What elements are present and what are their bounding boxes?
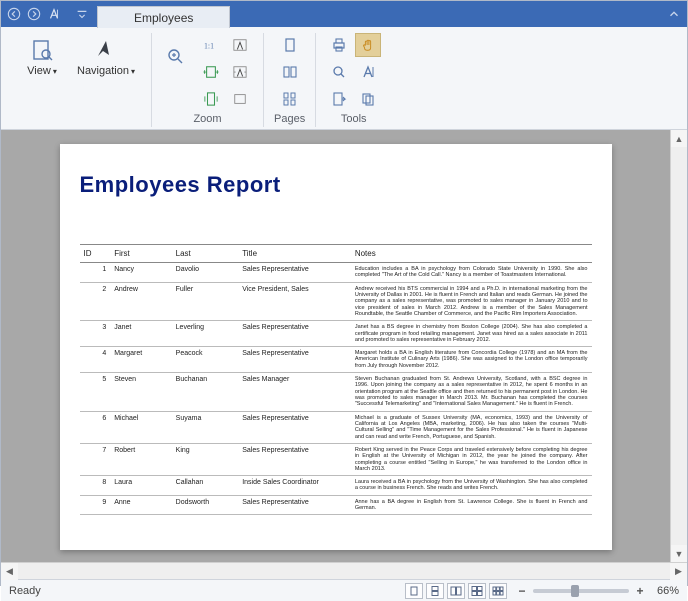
report-page: Employees Report ID First Last Title Not… [60, 144, 612, 550]
svg-text:1:1: 1:1 [204, 42, 214, 51]
zoom-value: 66% [657, 585, 679, 597]
layout-two-continuous-button[interactable] [468, 583, 486, 599]
table-row: 9AnneDodsworthSales RepresentativeAnne h… [80, 495, 592, 515]
pages-two-button[interactable] [277, 60, 303, 84]
col-notes: Notes [351, 245, 592, 263]
navigation-icon [93, 37, 119, 63]
table-row: 4MargaretPeacockSales RepresentativeMarg… [80, 347, 592, 373]
copy-button[interactable] [355, 87, 381, 111]
pages-multi-button[interactable] [277, 87, 303, 111]
col-id: ID [80, 245, 111, 263]
qat-forward-button[interactable] [25, 5, 43, 23]
navigation-label: Navigation [77, 65, 129, 77]
ribbon: View ▾ Navigation ▾ 1:1 Zoom [1, 27, 687, 130]
document-viewer: Employees Report ID First Last Title Not… [1, 130, 687, 562]
pages-single-button[interactable] [277, 33, 303, 57]
employees-table: ID First Last Title Notes 1NancyDavolioS… [80, 244, 592, 515]
zoom-thumb[interactable] [571, 585, 579, 597]
status-text: Ready [9, 585, 41, 597]
pages-group-label: Pages [274, 113, 305, 127]
view-icon [29, 37, 55, 63]
view-button[interactable]: View ▾ [19, 33, 65, 81]
table-row: 5StevenBuchananSales ManagerSteven Bucha… [80, 373, 592, 412]
hand-tool-button[interactable] [355, 33, 381, 57]
chevron-down-icon: ▾ [131, 67, 135, 76]
layout-single-button[interactable] [405, 583, 423, 599]
qat-back-button[interactable] [5, 5, 23, 23]
status-bar: Ready − + 66% [1, 579, 687, 601]
layout-continuous-button[interactable] [426, 583, 444, 599]
report-title: Employees Report [80, 172, 592, 198]
col-first: First [110, 245, 171, 263]
view-label: View [27, 65, 51, 77]
print-button[interactable] [326, 33, 352, 57]
table-row: 8LauraCallahanInside Sales CoordinatorLa… [80, 476, 592, 496]
zoom-group-label: Zoom [193, 113, 221, 127]
zoom-custom-button[interactable] [227, 87, 253, 111]
horizontal-scrollbar[interactable]: ◀ ▶ [1, 562, 687, 579]
titlebar: Employees [1, 1, 687, 27]
table-row: 1NancyDavolioSales RepresentativeEducati… [80, 263, 592, 283]
scroll-down-button[interactable]: ▼ [671, 545, 687, 562]
scroll-left-button[interactable]: ◀ [1, 563, 18, 580]
table-row: 2AndrewFullerVice President, SalesAndrew… [80, 282, 592, 321]
chevron-down-icon: ▾ [53, 67, 57, 76]
table-row: 6MichaelSuyamaSales RepresentativeMichae… [80, 411, 592, 443]
tools-group-label: Tools [341, 113, 367, 127]
document-canvas[interactable]: Employees Report ID First Last Title Not… [1, 130, 670, 562]
zoom-actual-size-button[interactable]: 1:1 [198, 33, 224, 57]
tab-label: Employees [134, 11, 193, 25]
ribbon-collapse-button[interactable] [665, 5, 683, 23]
layout-two-button[interactable] [447, 583, 465, 599]
zoom-fit-page-button[interactable] [198, 87, 224, 111]
col-last: Last [172, 245, 239, 263]
zoom-fit-width-button[interactable] [198, 60, 224, 84]
group-spacer [78, 99, 81, 113]
text-select-tool-button[interactable] [355, 60, 381, 84]
zoom-fit-width-alt-button[interactable] [227, 60, 253, 84]
col-title: Title [238, 245, 351, 263]
layout-thumbnails-button[interactable] [489, 583, 507, 599]
qat-text-select-button[interactable] [45, 5, 63, 23]
scroll-right-button[interactable]: ▶ [670, 563, 687, 580]
table-row: 7RobertKingSales RepresentativeRobert Ki… [80, 443, 592, 475]
zoom-tool-button[interactable] [162, 33, 190, 81]
table-row: 3JanetLeverlingSales RepresentativeJanet… [80, 321, 592, 347]
vertical-scrollbar[interactable]: ▲ ▼ [670, 130, 687, 562]
scroll-up-button[interactable]: ▲ [671, 130, 687, 147]
zoom-text-width-button[interactable] [227, 33, 253, 57]
zoom-slider[interactable] [533, 589, 629, 593]
navigation-button[interactable]: Navigation ▾ [71, 33, 141, 81]
find-button[interactable] [326, 60, 352, 84]
tab-employees[interactable]: Employees [97, 6, 230, 28]
qat-customize-button[interactable] [73, 5, 91, 23]
export-button[interactable] [326, 87, 352, 111]
